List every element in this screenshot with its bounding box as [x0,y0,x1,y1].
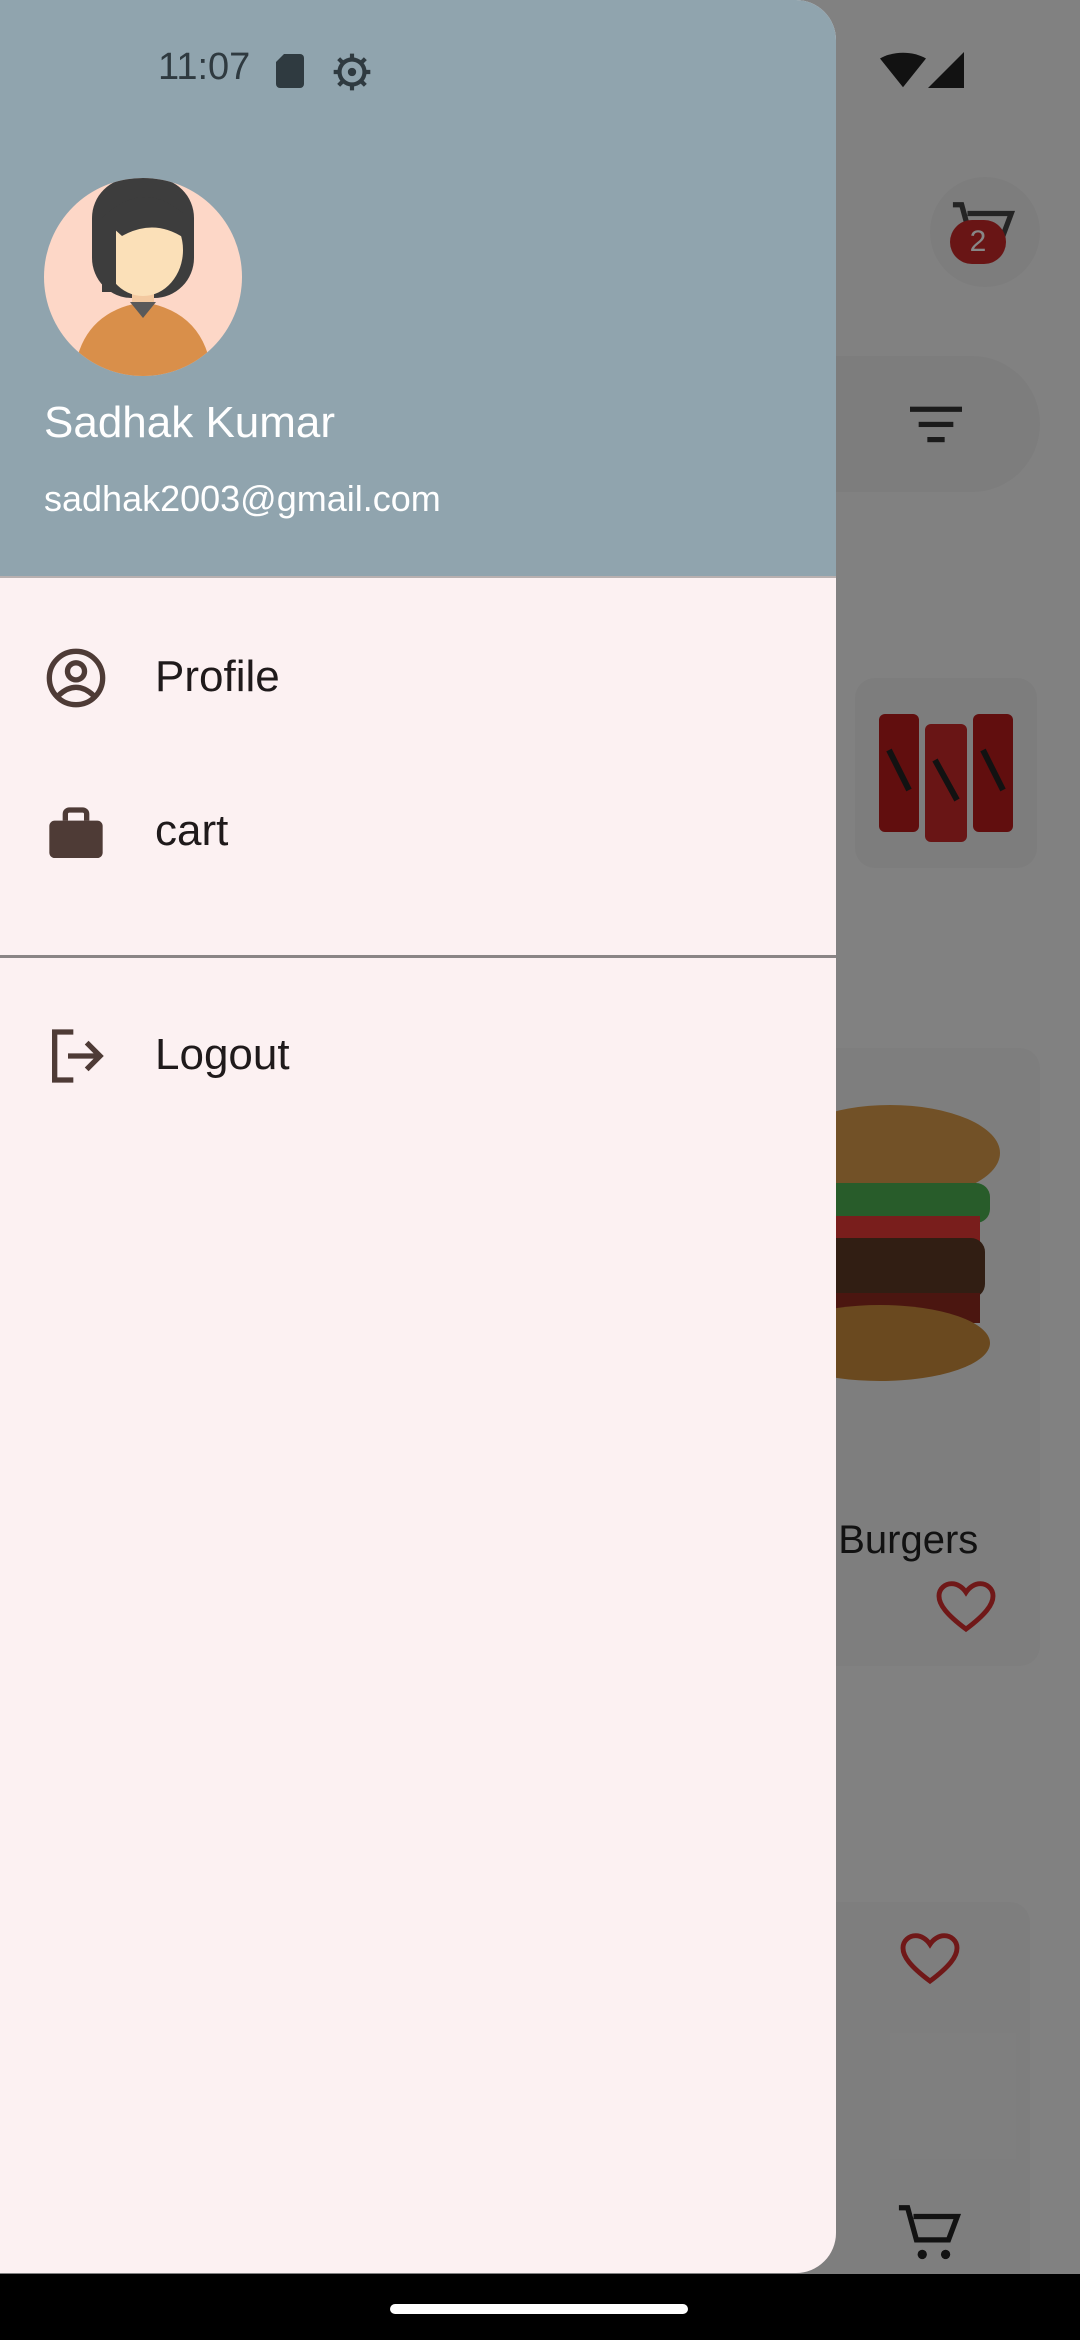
user-email: sadhak2003@gmail.com [44,478,441,519]
menu-label-profile: Profile [155,652,280,701]
menu-item-cart[interactable]: cart [0,762,836,902]
home-gesture-handle[interactable] [390,2304,688,2314]
menu-label-logout: Logout [155,1030,290,1079]
sd-card-icon [276,54,304,88]
menu-label-cart: cart [155,806,229,855]
user-avatar[interactable] [44,178,242,376]
logout-icon [52,1029,104,1083]
drawer-divider [0,955,836,958]
navigation-drawer: 11:07 Sadhak Kumar sadhak2003@gmail.com [0,0,836,2273]
menu-item-logout[interactable]: Logout [0,986,836,1126]
user-name: Sadhak Kumar [44,398,336,447]
status-time: 11:07 [158,46,251,88]
system-navigation-bar [0,2274,1080,2340]
menu-item-profile[interactable]: Profile [0,608,836,748]
briefcase-icon [49,807,103,858]
account-circle-icon [46,648,106,708]
settings-gear-icon [333,53,371,91]
avatar-illustration [74,178,212,376]
drawer-header: 11:07 Sadhak Kumar sadhak2003@gmail.com [0,0,836,578]
